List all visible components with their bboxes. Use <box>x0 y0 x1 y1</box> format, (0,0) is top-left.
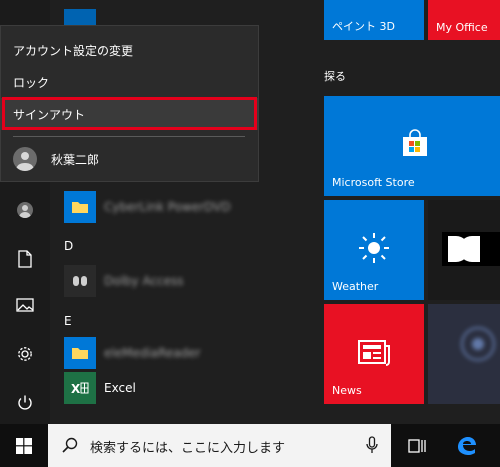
edge-icon <box>458 436 476 455</box>
sun-icon <box>359 233 389 263</box>
app-label: Dolby Access <box>104 274 184 288</box>
change-account-settings-item[interactable]: アカウント設定の変更 <box>1 34 258 66</box>
sign-out-highlight-box <box>2 97 257 130</box>
menu-item-label: アカウント設定の変更 <box>13 43 134 58</box>
tiles-area: ペイント 3D My Office 探る Microsoft Store Wea… <box>312 0 500 424</box>
avatar-icon <box>17 202 33 218</box>
avatar <box>13 147 37 171</box>
store-bag-icon <box>403 129 427 156</box>
power-button[interactable] <box>0 383 50 423</box>
task-view-button[interactable] <box>398 424 438 467</box>
app-label: CyberLink PowerDVD <box>104 200 231 214</box>
app-label-excel: Excel <box>104 381 136 395</box>
picture-icon <box>16 298 34 312</box>
pictures-button[interactable] <box>0 285 50 325</box>
weather-tile[interactable]: Weather <box>324 200 424 300</box>
account-flyout: アカウント設定の変更 ロック サインアウト 秋葉二郎 <box>0 25 259 182</box>
menu-item-label: ロック <box>13 75 50 90</box>
settings-button[interactable] <box>0 334 50 374</box>
list-item[interactable]: eleMediaReader <box>64 334 201 372</box>
dolby-tile[interactable] <box>428 200 500 300</box>
list-item[interactable]: CyberLink PowerDVD <box>64 188 231 226</box>
dolby-icon <box>64 265 96 297</box>
list-item-excel[interactable]: X Excel <box>64 369 136 407</box>
account-button[interactable] <box>0 190 50 230</box>
excel-icon: X <box>64 372 96 404</box>
start-button[interactable] <box>0 424 48 467</box>
adobe-tile[interactable] <box>428 304 500 404</box>
search-placeholder: 検索するには、ここに入力します <box>90 441 286 456</box>
list-letter-header[interactable]: D <box>64 239 73 253</box>
documents-button[interactable] <box>0 239 50 279</box>
taskbar-search-box[interactable]: 検索するには、ここに入力します <box>48 424 391 467</box>
list-item[interactable]: Dolby Access <box>64 262 184 300</box>
tile-label: Microsoft Store <box>332 176 415 189</box>
taskbar: 検索するには、ここに入力します <box>0 424 500 467</box>
app-logo-icon <box>461 327 495 361</box>
power-icon <box>18 395 32 410</box>
gear-icon <box>18 347 32 361</box>
microphone-icon[interactable] <box>366 436 378 454</box>
lock-item[interactable]: ロック <box>1 66 258 98</box>
tile-label: Weather <box>332 280 379 293</box>
news-tile[interactable]: News <box>324 304 424 404</box>
windows-logo-icon <box>16 437 32 454</box>
app-label: eleMediaReader <box>104 346 201 360</box>
folder-icon <box>64 191 96 223</box>
news-icon <box>358 340 390 366</box>
user-item[interactable]: 秋葉二郎 <box>1 142 258 176</box>
dolby-logo-icon <box>442 232 500 266</box>
tile-label: ペイント 3D <box>332 20 395 33</box>
microsoft-store-tile[interactable]: Microsoft Store <box>324 96 500 196</box>
search-icon <box>62 437 78 453</box>
divider <box>13 136 245 137</box>
folder-icon <box>64 337 96 369</box>
svg-text:X: X <box>71 382 81 396</box>
edge-button[interactable] <box>446 424 486 467</box>
tile-label: My Office <box>436 21 488 34</box>
list-letter-header[interactable]: E <box>64 314 72 328</box>
task-view-icon <box>408 438 426 453</box>
paint3d-tile[interactable]: ペイント 3D <box>324 0 424 40</box>
user-name: 秋葉二郎 <box>51 152 100 167</box>
tile-label: News <box>332 384 362 397</box>
document-icon <box>18 250 32 268</box>
tile-group-title[interactable]: 探る <box>324 68 346 84</box>
my-office-tile[interactable]: My Office <box>428 0 500 40</box>
